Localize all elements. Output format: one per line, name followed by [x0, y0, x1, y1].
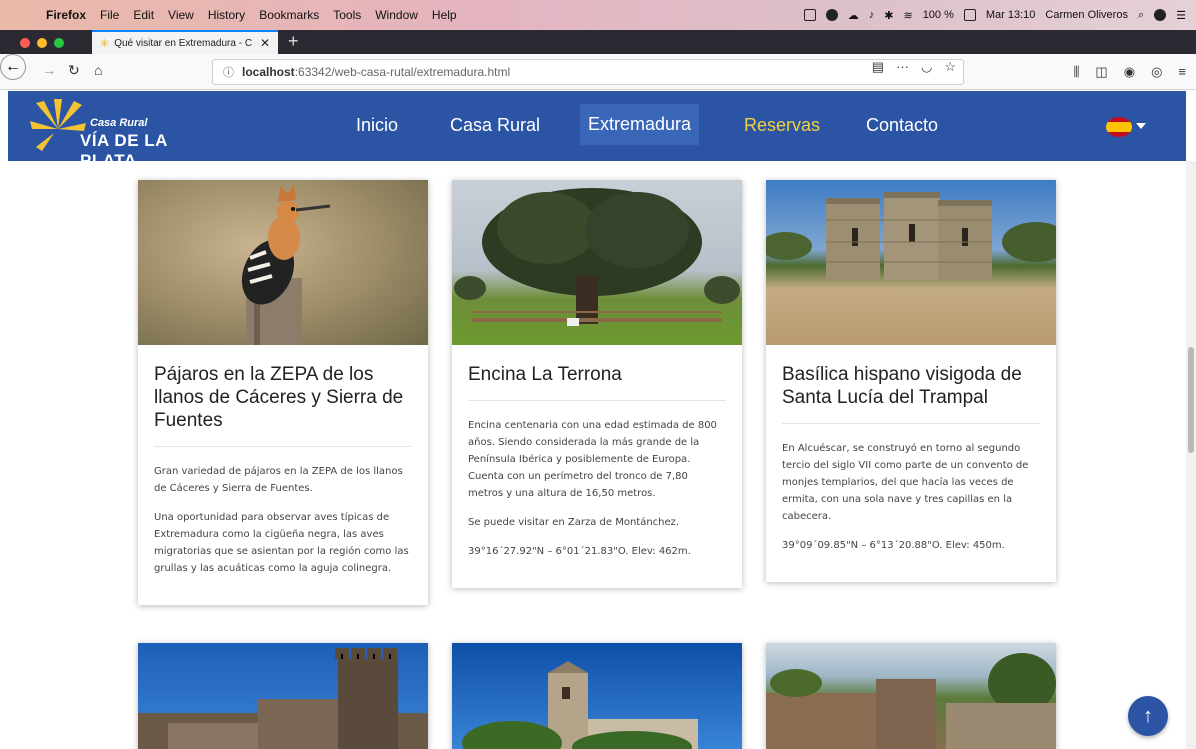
- volume-icon[interactable]: ♪: [869, 9, 875, 21]
- macos-menubar: Firefox File Edit View History Bookmarks…: [0, 0, 1196, 30]
- url-bar[interactable]: ⓘ localhost :63342/web-casa-rutal/extrem…: [212, 59, 964, 85]
- siri-icon[interactable]: [1154, 9, 1167, 21]
- menu-history[interactable]: History: [208, 8, 245, 22]
- browser-tab-active[interactable]: ✳ Qué visitar en Extremadura - C ✕: [92, 30, 278, 54]
- card-text: Encina centenaria con una edad estimada …: [468, 420, 717, 499]
- menu-file[interactable]: File: [100, 8, 119, 22]
- nav-inicio[interactable]: Inicio: [356, 115, 398, 136]
- forward-button[interactable]: →: [42, 62, 56, 78]
- place-card-partial: [138, 643, 428, 749]
- menu-tools[interactable]: Tools: [333, 8, 361, 22]
- menu-bookmarks[interactable]: Bookmarks: [259, 8, 319, 22]
- site-logo[interactable]: Casa Rural VÍA DE LA PLATA: [30, 99, 200, 170]
- new-tab-button[interactable]: +: [288, 31, 299, 52]
- site-favicon-icon: ✳: [100, 37, 110, 50]
- user-name[interactable]: Carmen Oliveros: [1045, 9, 1128, 21]
- card-title: Basílica hispano visigoda de Santa Lucía…: [782, 364, 1022, 408]
- minimize-window-button[interactable]: [37, 38, 47, 48]
- browser-toolbar: ← → ↻ ⌂ ⓘ localhost :63342/web-casa-ruta…: [0, 54, 1196, 90]
- back-button[interactable]: ←: [0, 54, 26, 80]
- menubar-status-area: ☁ ♪ ✱ ≋ 100 % Mar 13:10 Carmen Oliveros …: [803, 0, 1186, 30]
- page-scrollbar[interactable]: [1186, 161, 1196, 749]
- account-icon[interactable]: ◎: [1151, 64, 1162, 80]
- castle-image: [138, 643, 428, 749]
- card-divider: [782, 423, 1040, 424]
- arrow-up-icon: ↑: [1143, 704, 1153, 727]
- sun-rays-icon: [30, 99, 86, 151]
- battery-icon[interactable]: [963, 9, 976, 21]
- pocket-icon[interactable]: ◡: [921, 59, 932, 75]
- page-actions-button[interactable]: ···: [896, 59, 909, 75]
- battery-percent: 100 %: [922, 9, 954, 21]
- reader-view-icon[interactable]: ▤: [872, 59, 884, 75]
- basilica-ruins-image: [766, 180, 1056, 345]
- wifi-icon[interactable]: ≋: [903, 9, 912, 22]
- language-dropdown-caret-icon[interactable]: [1136, 123, 1146, 129]
- nav-reservas[interactable]: Reservas: [744, 115, 820, 136]
- url-host: localhost: [242, 65, 295, 79]
- card-title: Encina La Terrona: [468, 364, 622, 385]
- site-navbar: Casa Rural VÍA DE LA PLATA Inicio Casa R…: [8, 91, 1186, 170]
- close-window-button[interactable]: [20, 38, 30, 48]
- hoopoe-bird-image: [138, 180, 428, 345]
- reload-button[interactable]: ↻: [68, 62, 80, 79]
- toolbar-right-icons: ⫼ ◫ ◉ ◎ ≡: [1073, 64, 1186, 80]
- nav-contacto[interactable]: Contacto: [866, 115, 938, 136]
- church-tower-image: [452, 643, 742, 749]
- extension-icon[interactable]: ◉: [1124, 64, 1135, 80]
- stone-ruins-image: [766, 643, 1056, 749]
- card-text: Gran variedad de pájaros en la ZEPA de l…: [154, 466, 403, 494]
- place-card: Pájaros en la ZEPA de los llanos de Cáce…: [138, 180, 428, 605]
- window-controls: [20, 38, 64, 48]
- oak-tree-image: [452, 180, 742, 345]
- page-content: Pájaros en la ZEPA de los llanos de Cáce…: [0, 161, 1186, 749]
- logo-subtitle: Casa Rural: [90, 117, 148, 129]
- menu-edit[interactable]: Edit: [133, 8, 154, 22]
- card-text: En Alcuéscar, se construyó en torno al s…: [782, 443, 1029, 522]
- cloud-icon[interactable]: ☁: [848, 9, 859, 22]
- scrollbar-thumb[interactable]: [1188, 347, 1194, 453]
- card-text: Una oportunidad para observar aves típic…: [154, 512, 409, 574]
- menu-help[interactable]: Help: [432, 8, 457, 22]
- place-card-partial: [452, 643, 742, 749]
- back-to-top-button[interactable]: ↑: [1128, 696, 1168, 736]
- card-coordinates: 39°09´09.85"N – 6°13´20.88"O. Elev: 450m…: [782, 540, 1005, 551]
- bookmark-star-icon[interactable]: ☆: [944, 59, 956, 75]
- card-text: Se puede visitar en Zarza de Montánchez.: [468, 517, 680, 528]
- home-button[interactable]: ⌂: [94, 62, 102, 78]
- card-coordinates: 39°16´27.92"N – 6°01´21.83"O. Elev: 462m…: [468, 546, 691, 557]
- close-tab-icon[interactable]: ✕: [260, 36, 270, 50]
- menu-app-name[interactable]: Firefox: [46, 8, 86, 22]
- tab-title: Qué visitar en Extremadura - C: [114, 37, 253, 49]
- page-info-icon[interactable]: ⓘ: [223, 64, 234, 80]
- place-card: Encina La Terrona Encina centenaria con …: [452, 180, 742, 588]
- arrow-left-icon: ←: [5, 58, 21, 75]
- browser-tab-strip: ✳ Qué visitar en Extremadura - C ✕ +: [0, 30, 1196, 54]
- place-card-partial: [766, 643, 1056, 749]
- urlbar-actions: ▤ ··· ◡ ☆: [872, 59, 956, 75]
- creative-cloud-icon[interactable]: [825, 9, 838, 21]
- menu-window[interactable]: Window: [375, 8, 418, 22]
- card-title: Pájaros en la ZEPA de los llanos de Cáce…: [154, 364, 404, 431]
- nav-casa-rural[interactable]: Casa Rural: [450, 115, 540, 136]
- url-path: :63342/web-casa-rutal/extremadura.html: [294, 65, 511, 79]
- menu-hamburger-icon[interactable]: ≡: [1178, 64, 1186, 80]
- card-divider: [468, 400, 726, 401]
- spain-flag-icon[interactable]: [1106, 117, 1132, 137]
- place-card: Basílica hispano visigoda de Santa Lucía…: [766, 180, 1056, 582]
- screen-share-icon[interactable]: [803, 9, 816, 21]
- bluetooth-icon[interactable]: ✱: [884, 9, 893, 22]
- sidebar-icon[interactable]: ◫: [1095, 64, 1107, 80]
- clock[interactable]: Mar 13:10: [986, 9, 1036, 21]
- nav-extremadura[interactable]: Extremadura: [580, 104, 700, 145]
- zoom-window-button[interactable]: [54, 38, 64, 48]
- spotlight-search-icon[interactable]: ⌕: [1138, 9, 1144, 22]
- menu-view[interactable]: View: [168, 8, 194, 22]
- card-divider: [154, 446, 412, 447]
- library-icon[interactable]: ⫼: [1073, 64, 1079, 80]
- notification-center-icon[interactable]: ☰: [1176, 9, 1186, 22]
